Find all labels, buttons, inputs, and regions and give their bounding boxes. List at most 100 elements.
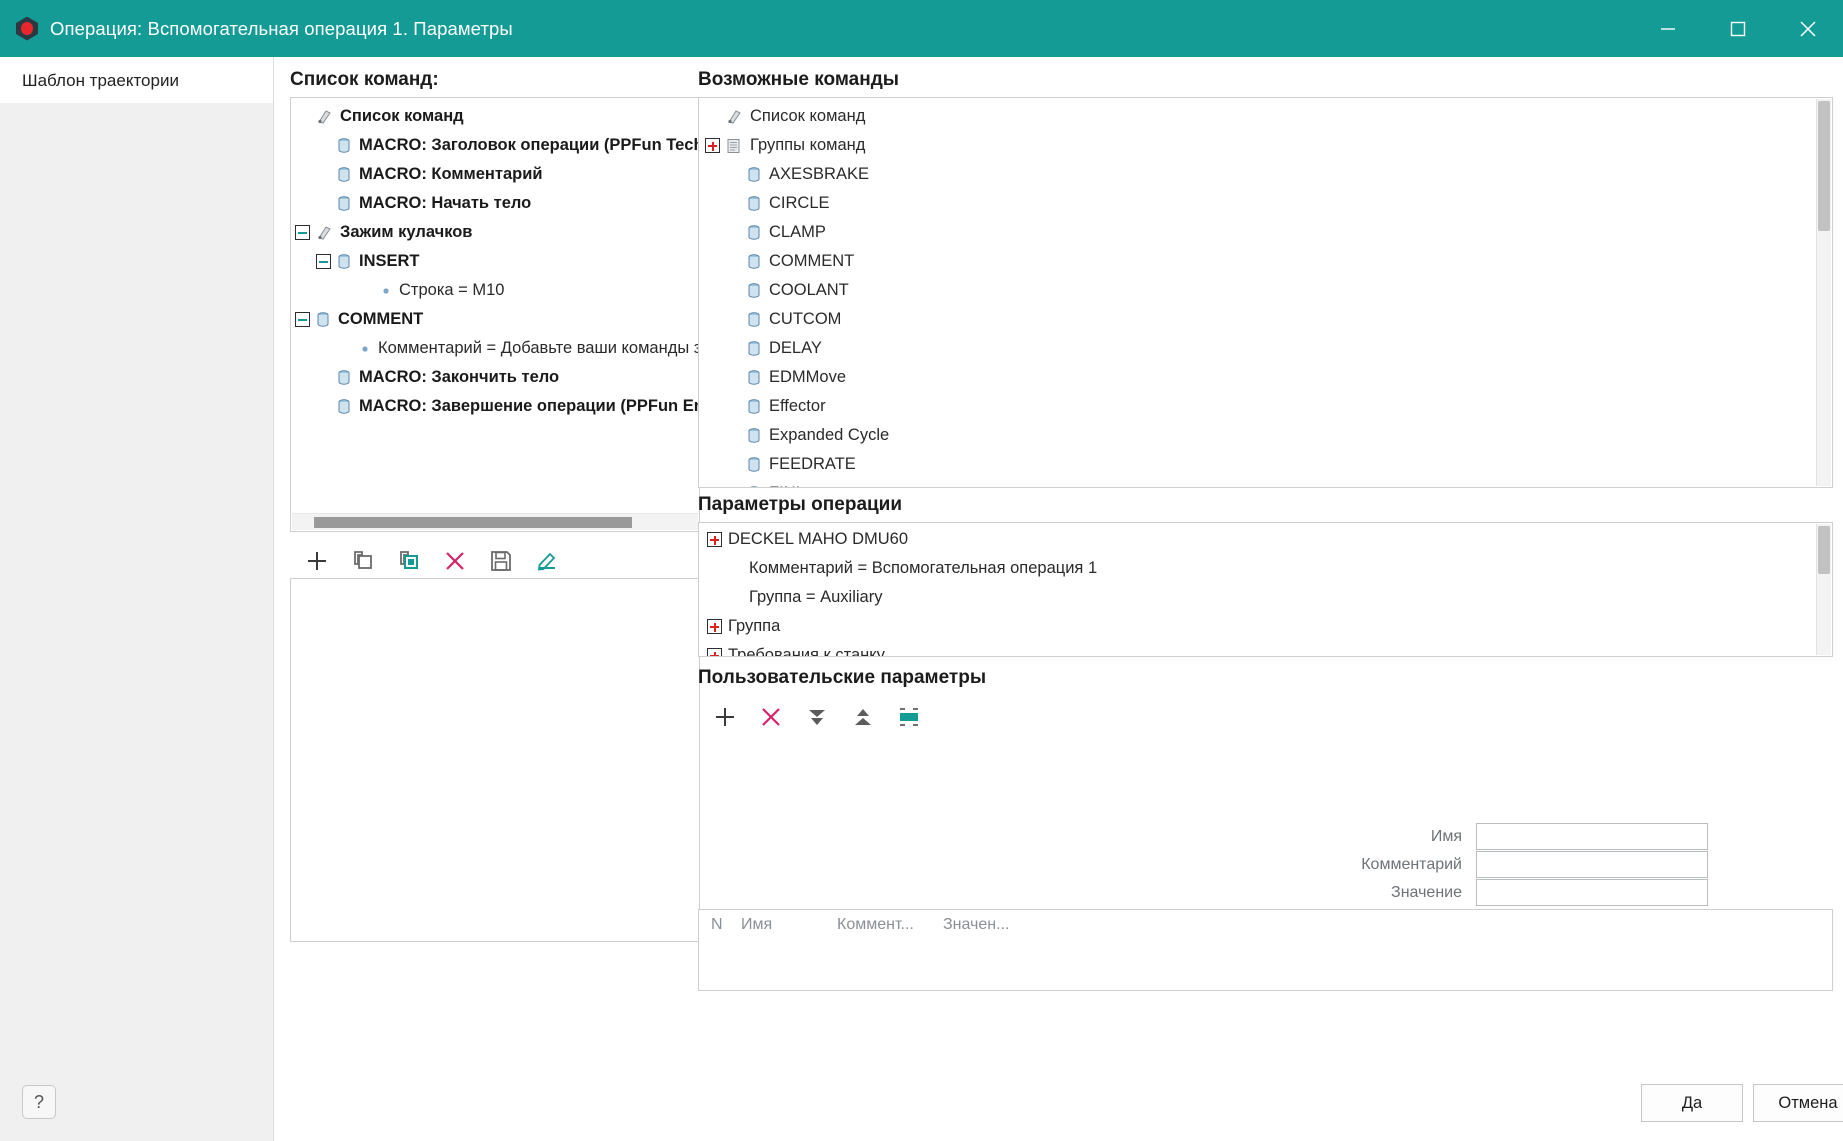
ok-label: Да: [1682, 1094, 1702, 1113]
tree-row[interactable]: Зажим кулачков: [291, 218, 699, 247]
available-commands-vscrollbar[interactable]: [1816, 99, 1831, 486]
user-params-table-panel[interactable]: NИмяКоммент...Значен...: [698, 909, 1833, 991]
collapse-icon[interactable]: [295, 312, 310, 327]
tree-row-label: Список команд: [750, 107, 865, 126]
tree-row[interactable]: MACRO: Комментарий: [291, 160, 699, 189]
paste-command-button[interactable]: [386, 541, 432, 581]
tree-row[interactable]: Группа: [699, 612, 1816, 641]
copy-command-button[interactable]: [340, 541, 386, 581]
tree-row[interactable]: Группы команд: [699, 131, 1816, 160]
cancel-button[interactable]: Отмена: [1753, 1084, 1843, 1122]
collapse-icon[interactable]: [295, 225, 310, 240]
command-list-panel[interactable]: Список командMACRO: Заголовок операции (…: [290, 97, 700, 532]
tree-row[interactable]: MACRO: Закончить тело: [291, 363, 699, 392]
tree-row[interactable]: MACRO: Завершение операции (PPFun End...: [291, 392, 699, 421]
bullet-icon: [381, 286, 391, 296]
maximize-button[interactable]: [1703, 0, 1773, 57]
operation-params-panel[interactable]: DECKEL MAHO DMU60 Комментарий = Вспомогат…: [698, 522, 1833, 657]
tree-row-label: MACRO: Завершение операции (PPFun End...: [359, 397, 700, 416]
operation-params-title: Параметры операции: [698, 494, 902, 516]
tree-row-label: Effector: [769, 397, 826, 416]
expand-icon[interactable]: [707, 532, 722, 547]
collapse-icon[interactable]: [316, 254, 331, 269]
edit-user-param-button[interactable]: [886, 697, 932, 737]
tree-row[interactable]: MACRO: Заголовок операции (PPFun TechIn.…: [291, 131, 699, 160]
user-param-input[interactable]: [1476, 823, 1708, 850]
operation-params-vscroll-thumb[interactable]: [1818, 526, 1830, 574]
expand-icon[interactable]: [707, 648, 722, 657]
main-content: Список команд: Список командMACRO: Загол…: [274, 57, 1843, 1141]
tree-row[interactable]: FINI: [699, 479, 1816, 488]
help-button[interactable]: ?: [22, 1085, 56, 1119]
available-commands-tree[interactable]: Список команд Группы командAXESBRAKECIRCL…: [699, 98, 1816, 488]
command-icon: [747, 428, 761, 444]
tree-row[interactable]: CUTCOM: [699, 305, 1816, 334]
tree-row[interactable]: Комментарий = Вспомогательная операция 1: [699, 554, 1816, 583]
close-button[interactable]: [1773, 0, 1843, 57]
tree-row[interactable]: Группа = Auxiliary: [699, 583, 1816, 612]
tree-row[interactable]: Список команд: [699, 102, 1816, 131]
user-param-input[interactable]: [1476, 851, 1708, 878]
command-icon: [337, 254, 351, 270]
command-detail-panel[interactable]: [290, 578, 700, 942]
tree-row-label: DECKEL MAHO DMU60: [728, 530, 908, 549]
minimize-button[interactable]: [1633, 0, 1703, 57]
add-user-param-button[interactable]: [702, 697, 748, 737]
list-icon: [316, 109, 332, 125]
available-commands-panel[interactable]: Список команд Группы командAXESBRAKECIRCL…: [698, 97, 1833, 488]
command-list-hscroll-thumb[interactable]: [314, 517, 632, 528]
add-command-button[interactable]: [294, 541, 340, 581]
table-column-header[interactable]: Коммент...: [837, 916, 943, 934]
tree-row[interactable]: COOLANT: [699, 276, 1816, 305]
available-commands-vscroll-thumb[interactable]: [1818, 101, 1830, 231]
tree-row[interactable]: CLAMP: [699, 218, 1816, 247]
move-up-button[interactable]: [840, 697, 886, 737]
dialog-window: Операция: Вспомогательная операция 1. Па…: [0, 0, 1843, 1141]
table-column-header[interactable]: Значен...: [943, 916, 1053, 934]
tree-row[interactable]: COMMENT: [291, 305, 699, 334]
tree-row-label: EDMMove: [769, 368, 846, 387]
command-icon: [337, 196, 351, 212]
ok-button[interactable]: Да: [1641, 1084, 1743, 1122]
tree-row[interactable]: Список команд: [291, 102, 699, 131]
operation-params-vscrollbar[interactable]: [1816, 524, 1831, 655]
table-column-header[interactable]: Имя: [741, 916, 837, 934]
move-down-button[interactable]: [794, 697, 840, 737]
tree-row[interactable]: AXESBRAKE: [699, 160, 1816, 189]
tree-row[interactable]: CIRCLE: [699, 189, 1816, 218]
table-column-header[interactable]: N: [711, 916, 741, 934]
tree-row[interactable]: Комментарий = Добавьте ваши команды зд..…: [291, 334, 699, 363]
tree-row-label: MACRO: Закончить тело: [359, 368, 559, 387]
cross-icon: [760, 706, 782, 728]
sidebar-item-label: Шаблон траектории: [22, 71, 179, 90]
tree-row[interactable]: MACRO: Начать тело: [291, 189, 699, 218]
save-command-button[interactable]: [478, 541, 524, 581]
tree-row[interactable]: EDMMove: [699, 363, 1816, 392]
command-icon: [747, 312, 761, 328]
double-chevron-up-icon: [852, 706, 874, 728]
tree-row[interactable]: DELAY: [699, 334, 1816, 363]
plus-icon: [714, 706, 736, 728]
user-param-input[interactable]: [1476, 879, 1708, 906]
field-label: Значение: [1314, 884, 1462, 902]
delete-user-param-button[interactable]: [748, 697, 794, 737]
expand-icon[interactable]: [707, 619, 722, 634]
expand-icon[interactable]: [705, 138, 720, 153]
tree-row[interactable]: Expanded Cycle: [699, 421, 1816, 450]
edit-command-button[interactable]: [524, 541, 570, 581]
tree-row[interactable]: Effector: [699, 392, 1816, 421]
delete-command-button[interactable]: [432, 541, 478, 581]
tree-row[interactable]: Требования к станку: [699, 641, 1816, 657]
sidebar-item-trajectory-template[interactable]: Шаблон траектории: [0, 57, 273, 103]
tree-row[interactable]: DECKEL MAHO DMU60: [699, 525, 1816, 554]
command-list-tree[interactable]: Список командMACRO: Заголовок операции (…: [291, 98, 699, 421]
tree-row-label: CUTCOM: [769, 310, 841, 329]
tree-row[interactable]: Строка = M10: [291, 276, 699, 305]
cross-icon: [444, 550, 466, 572]
tree-row[interactable]: FEEDRATE: [699, 450, 1816, 479]
tree-row-label: CLAMP: [769, 223, 826, 242]
command-list-hscrollbar[interactable]: [292, 513, 698, 530]
operation-params-tree[interactable]: DECKEL MAHO DMU60 Комментарий = Вспомогат…: [699, 523, 1816, 657]
tree-row[interactable]: COMMENT: [699, 247, 1816, 276]
tree-row[interactable]: INSERT: [291, 247, 699, 276]
